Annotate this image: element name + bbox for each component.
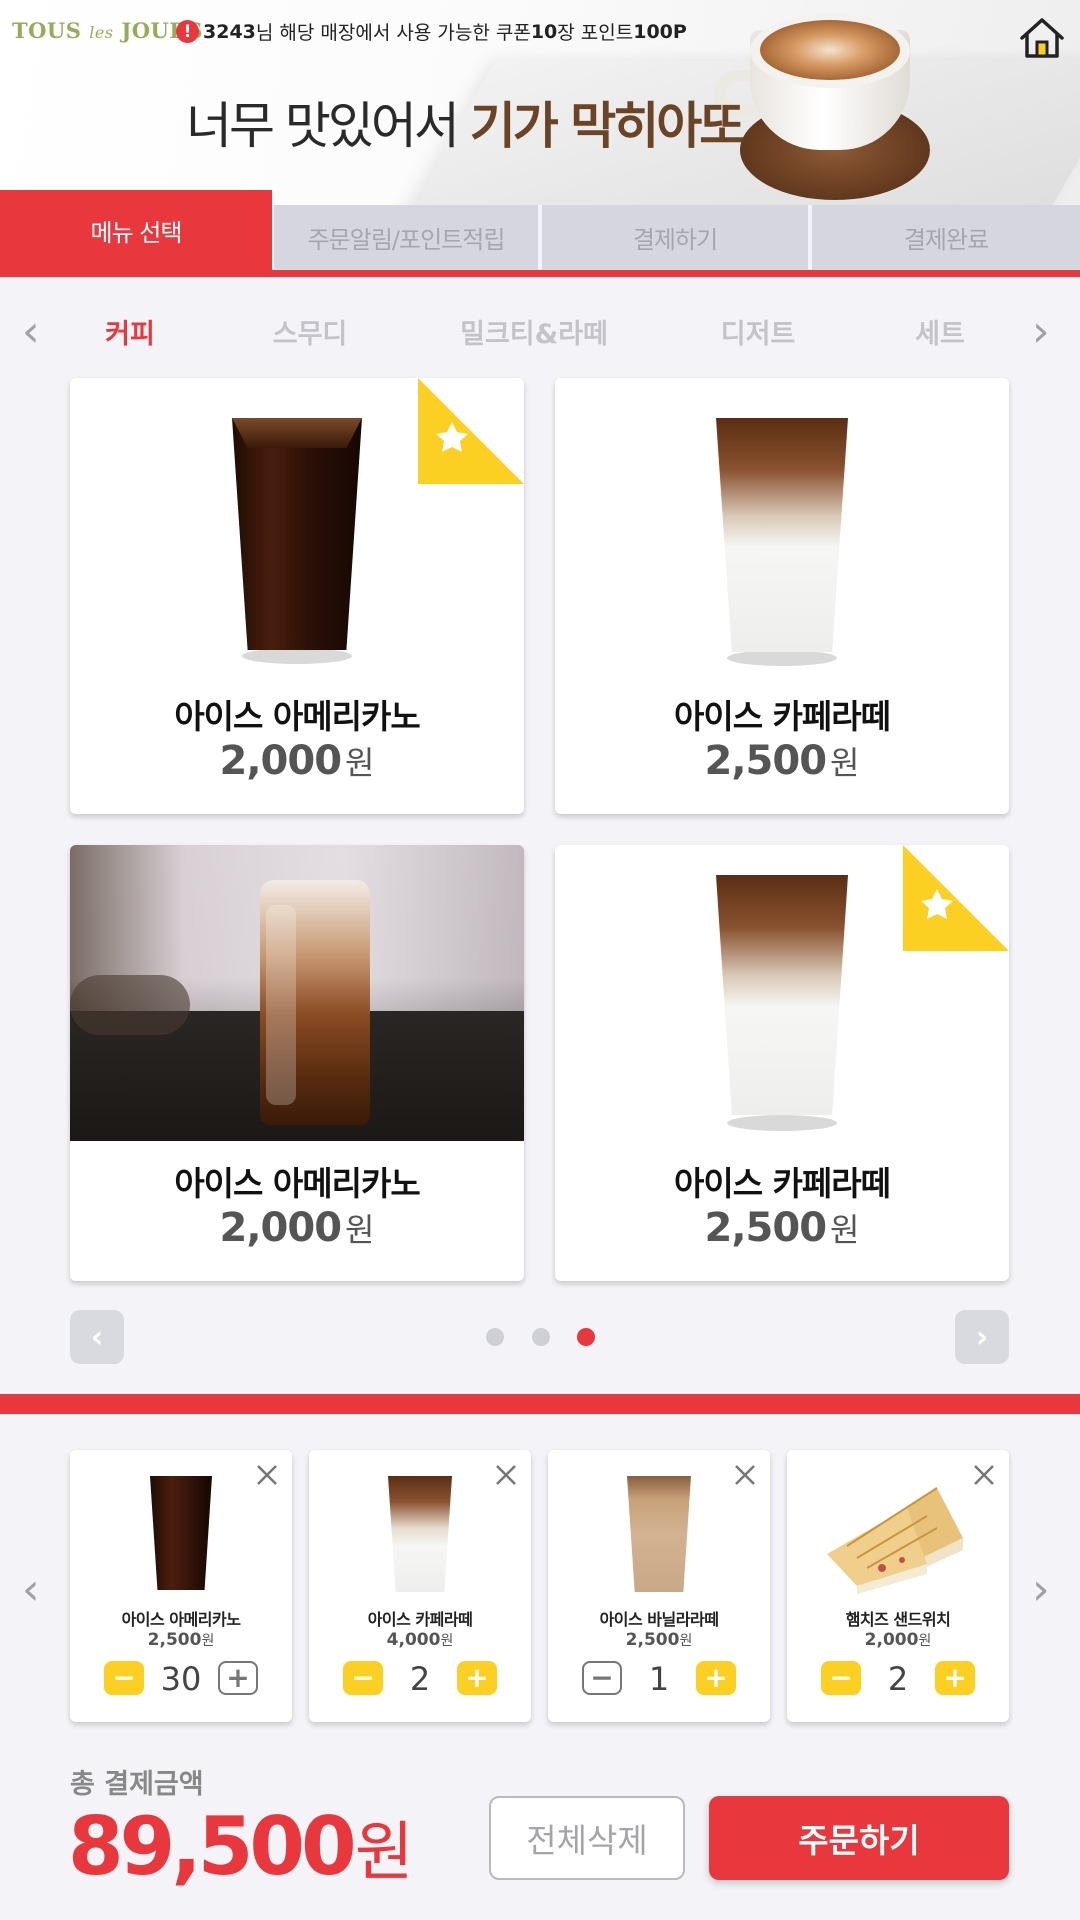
steps-underline bbox=[0, 270, 1080, 277]
step-complete[interactable]: 결제완료 bbox=[810, 205, 1080, 270]
menu-prev-page-button[interactable]: ‹ bbox=[70, 1310, 124, 1364]
order-button[interactable]: 주문하기 bbox=[709, 1796, 1009, 1880]
increase-qty-button[interactable]: + bbox=[218, 1661, 258, 1695]
menu-card-iced-americano-photo[interactable]: 아이스 아메리카노 2,000 원 bbox=[70, 845, 524, 1281]
increase-qty-button[interactable]: + bbox=[696, 1661, 736, 1695]
cart-thumb-americano bbox=[70, 1468, 292, 1598]
home-button[interactable] bbox=[1018, 16, 1066, 60]
cart-item-qty: 1 bbox=[648, 1660, 670, 1698]
total-label: 총 결제금액 bbox=[70, 1769, 204, 1800]
alert-icon: ! bbox=[176, 20, 199, 43]
category-next-arrow[interactable]: › bbox=[1032, 310, 1050, 354]
category-bar: ‹ 커피 스무디 밀크티&라떼 디저트 세트 › bbox=[0, 300, 1080, 360]
total-amount: 89,500원 bbox=[68, 1800, 414, 1893]
increase-qty-button[interactable]: + bbox=[935, 1661, 975, 1695]
category-prev-arrow[interactable]: ‹ bbox=[22, 310, 40, 354]
menu-item-name: 아이스 아메리카노 bbox=[174, 697, 420, 736]
step-payment[interactable]: 결제하기 bbox=[540, 205, 808, 270]
cart-item-price: 2,500원 bbox=[625, 1630, 693, 1650]
cart-item-iced-americano: 아이스 아메리카노 2,500원 − 30 + bbox=[70, 1450, 292, 1722]
recommended-star-badge bbox=[402, 378, 524, 484]
section-divider bbox=[0, 1394, 1080, 1414]
menu-item-price: 2,000 원 bbox=[219, 738, 375, 784]
category-coffee[interactable]: 커피 bbox=[105, 312, 155, 351]
clear-all-button[interactable]: 전체삭제 bbox=[489, 1796, 685, 1880]
home-icon bbox=[1020, 18, 1064, 58]
step-menu-select[interactable]: 메뉴 선택 bbox=[0, 190, 272, 270]
category-milktea-latte[interactable]: 밀크티&라떼 bbox=[460, 312, 608, 351]
recommended-star-badge bbox=[903, 845, 1009, 951]
cart-item-iced-vanilla-latte: 아이스 바닐라라떼 2,500원 − 1 + bbox=[548, 1450, 770, 1722]
menu-item-price: 2,500 원 bbox=[704, 738, 860, 784]
menu-item-name: 아이스 아메리카노 bbox=[174, 1164, 420, 1203]
menu-item-price: 2,000 원 bbox=[219, 1205, 375, 1251]
category-set[interactable]: 세트 bbox=[915, 312, 965, 351]
step-notify-points[interactable]: 주문알림/포인트적립 bbox=[272, 205, 538, 270]
increase-qty-button[interactable]: + bbox=[457, 1661, 497, 1695]
menu-card-iced-americano[interactable]: 아이스 아메리카노 2,000 원 bbox=[70, 378, 524, 814]
menu-card-iced-cafe-latte-2[interactable]: 아이스 카페라떼 2,500 원 bbox=[555, 845, 1009, 1281]
cart-item-ham-cheese-sandwich: 햄치즈 샌드위치 2,000원 − 2 + bbox=[787, 1450, 1009, 1722]
cart-item-name: 아이스 바닐라라떼 bbox=[599, 1610, 719, 1629]
promo-slogan: 너무 맛있어서 기가 막히아또 bbox=[186, 97, 745, 155]
menu-item-name: 아이스 카페라떼 bbox=[673, 697, 891, 736]
header-banner: TOUS les JOURS ! 3243 님 해당 매장에서 사용 가능한 쿠폰… bbox=[0, 0, 1080, 205]
category-smoothie[interactable]: 스무디 bbox=[273, 312, 348, 351]
order-steps: 메뉴 선택 주문알림/포인트적립 결제하기 결제완료 bbox=[0, 190, 1080, 277]
cart-item-iced-cafe-latte: 아이스 카페라떼 4,000원 − 2 + bbox=[309, 1450, 531, 1722]
cart-item-qty: 30 bbox=[160, 1660, 202, 1698]
page-dot-1[interactable] bbox=[486, 1328, 504, 1346]
iced-coffee-photo bbox=[70, 845, 524, 1141]
cart-thumb-latte bbox=[309, 1468, 531, 1598]
cart-item-qty: 2 bbox=[409, 1660, 431, 1698]
cart-item-price: 4,000원 bbox=[386, 1630, 454, 1650]
page-dot-3[interactable] bbox=[577, 1328, 595, 1346]
menu-item-name: 아이스 카페라떼 bbox=[673, 1164, 891, 1203]
page-dot-2[interactable] bbox=[532, 1328, 550, 1346]
cart-item-name: 아이스 아메리카노 bbox=[121, 1610, 241, 1629]
menu-item-price: 2,500 원 bbox=[704, 1205, 860, 1251]
cart-prev-arrow[interactable]: ‹ bbox=[22, 1568, 40, 1612]
cart-item-price: 2,500원 bbox=[147, 1630, 215, 1650]
cart-thumb-sandwich bbox=[787, 1468, 1009, 1598]
iced-latte-image bbox=[555, 378, 1009, 678]
brand-logo: TOUS les JOURS bbox=[12, 18, 203, 43]
menu-card-iced-cafe-latte[interactable]: 아이스 카페라떼 2,500 원 bbox=[555, 378, 1009, 814]
cart-next-arrow[interactable]: › bbox=[1032, 1568, 1050, 1612]
menu-next-page-button[interactable]: › bbox=[955, 1310, 1009, 1364]
coupon-notice: ! 3243 님 해당 매장에서 사용 가능한 쿠폰 10 장 포인트 100P bbox=[176, 18, 687, 45]
cart-item-price: 2,000원 bbox=[864, 1630, 932, 1650]
cart-thumb-vanilla-latte bbox=[548, 1468, 770, 1598]
cart-item-name: 햄치즈 샌드위치 bbox=[845, 1610, 951, 1629]
cart-item-name: 아이스 카페라떼 bbox=[367, 1610, 473, 1629]
coffee-cup-illustration bbox=[710, 0, 950, 205]
category-dessert[interactable]: 디저트 bbox=[721, 312, 796, 351]
cart-item-qty: 2 bbox=[887, 1660, 909, 1698]
